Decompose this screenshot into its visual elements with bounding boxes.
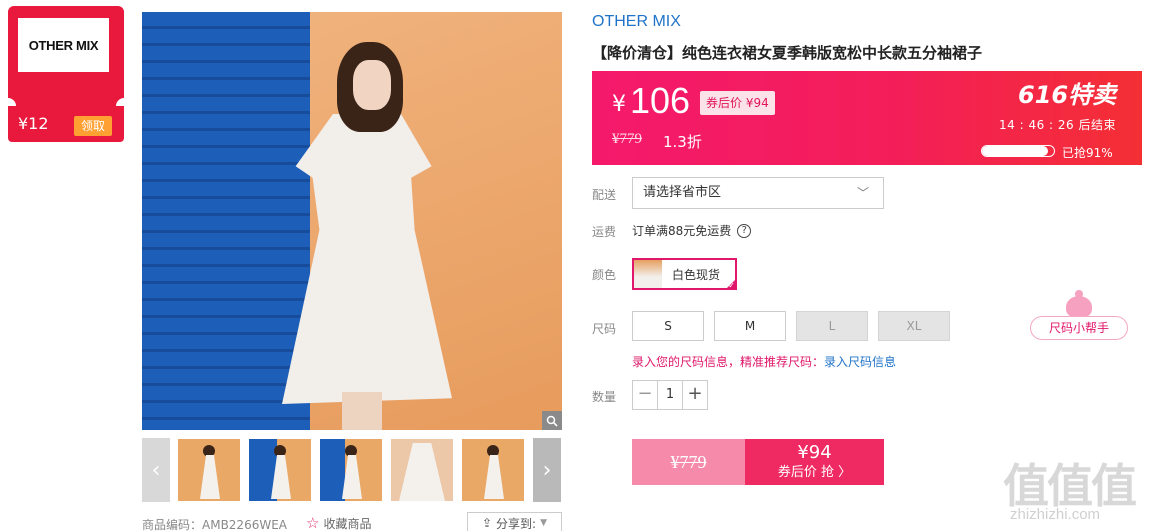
thumbnail-next-button[interactable]: › <box>533 438 561 502</box>
quantity-plus-button[interactable]: + <box>683 381 707 409</box>
size-tip-text: 录入您的尺码信息，精准推荐尺码： <box>632 355 825 369</box>
buy-original-price[interactable]: ¥779 <box>632 439 745 485</box>
size-option-s[interactable]: S <box>632 311 704 341</box>
thumbnail-5[interactable] <box>462 439 524 501</box>
brand-logo: OTHER MIX <box>18 18 109 72</box>
size-option-l: L <box>796 311 868 341</box>
discount-rate: 1.3折 <box>663 133 702 151</box>
countdown-timer: 14 : 46 : 26 后结束 <box>999 118 1116 132</box>
quantity-label: 数量 <box>592 390 617 404</box>
size-option-m[interactable]: M <box>714 311 786 341</box>
thumbnail-dress <box>399 443 445 501</box>
thumbnail-dress <box>342 455 362 499</box>
freight-text: 订单满88元免运费 <box>632 224 732 238</box>
size-option-xl: XL <box>878 311 950 341</box>
share-label: 分享到: <box>496 516 537 531</box>
freight-info: 订单满88元免运费 ? <box>632 222 752 239</box>
promo-title: 616特卖 <box>1018 81 1117 109</box>
zoom-icon[interactable] <box>542 411 562 430</box>
sold-progress-text: 已抢91% <box>1062 146 1113 160</box>
thumbnail-4[interactable] <box>391 439 453 501</box>
watermark-url: zhizhizhi.com <box>1010 506 1101 523</box>
current-price: 106 <box>630 80 691 121</box>
image-model-legs <box>342 392 382 430</box>
help-icon[interactable]: ? <box>737 223 752 238</box>
claim-coupon-button[interactable]: 领取 <box>74 116 112 136</box>
thumbnail-3[interactable] <box>320 439 382 501</box>
thumbnail-dress <box>271 455 291 499</box>
size-label: 尺码 <box>592 322 617 336</box>
favorite-label: 收藏商品 <box>323 516 372 531</box>
chevron-down-icon: ﹀ <box>856 186 869 200</box>
thumbnail-2[interactable] <box>249 439 311 501</box>
after-coupon-tag: 券后价 ¥94 <box>700 91 775 115</box>
thumbnail-dress <box>200 455 220 499</box>
size-helper-mascot-icon <box>1066 296 1092 318</box>
size-tip: 录入您的尺码信息，精准推荐尺码：录入尺码信息 <box>632 353 896 370</box>
share-button[interactable]: ⇪ 分享到: ▼ <box>467 512 562 531</box>
buy-coupon-price: ¥94 <box>797 442 832 463</box>
quantity-minus-button[interactable]: − <box>633 381 657 409</box>
chevron-down-icon: ▼ <box>540 518 548 528</box>
buy-coupon-label: 券后价 抢 〉 <box>777 465 852 480</box>
star-icon: ☆ <box>306 514 320 531</box>
price-currency: ¥ <box>612 92 626 117</box>
color-option-white[interactable]: 白色现货 ✓ <box>632 258 737 290</box>
color-label: 颜色 <box>592 268 617 282</box>
brand-name[interactable]: OTHER MIX <box>592 13 681 31</box>
thumbnail-dress <box>484 455 504 499</box>
size-tip-link[interactable]: 录入尺码信息 <box>824 355 896 369</box>
thumbnail-prev-button[interactable]: ‹ <box>142 438 170 502</box>
region-select[interactable]: 请选择省市区 ﹀ <box>632 177 884 209</box>
size-helper-button[interactable]: 尺码小帮手 <box>1030 316 1128 340</box>
check-icon: ✓ <box>728 281 735 290</box>
original-price: ¥779 <box>612 131 642 147</box>
freight-label: 运费 <box>592 225 617 239</box>
thumbnail-1[interactable] <box>178 439 240 501</box>
product-title: 【降价清仓】纯色连衣裙女夏季韩版宽松中长款五分袖裙子 <box>592 44 983 62</box>
region-select-text: 请选择省市区 <box>643 185 722 200</box>
buy-button[interactable]: ¥779 ¥94 券后价 抢 〉 <box>632 439 884 485</box>
coupon-card[interactable]: OTHER MIX ¥12 领取 <box>0 6 132 142</box>
quantity-stepper: − 1 + <box>632 380 708 410</box>
product-code: 商品编码：AMB2266WEA <box>142 518 287 531</box>
sold-progress-fill <box>982 146 1048 156</box>
buy-with-coupon-button[interactable]: ¥94 券后价 抢 〉 <box>745 439 884 485</box>
favorite-button[interactable]: ☆ 收藏商品 <box>306 514 371 531</box>
color-swatch-image <box>634 260 662 288</box>
image-blue-shutter <box>142 12 310 430</box>
sold-progress-bar <box>981 145 1055 157</box>
delivery-label: 配送 <box>592 188 617 202</box>
image-model-face <box>353 60 391 110</box>
quantity-input[interactable]: 1 <box>657 381 683 409</box>
color-option-label: 白色现货 <box>672 267 721 282</box>
main-product-image[interactable] <box>142 12 562 430</box>
coupon-value: ¥12 <box>18 114 49 133</box>
share-icon: ⇪ <box>481 516 493 530</box>
